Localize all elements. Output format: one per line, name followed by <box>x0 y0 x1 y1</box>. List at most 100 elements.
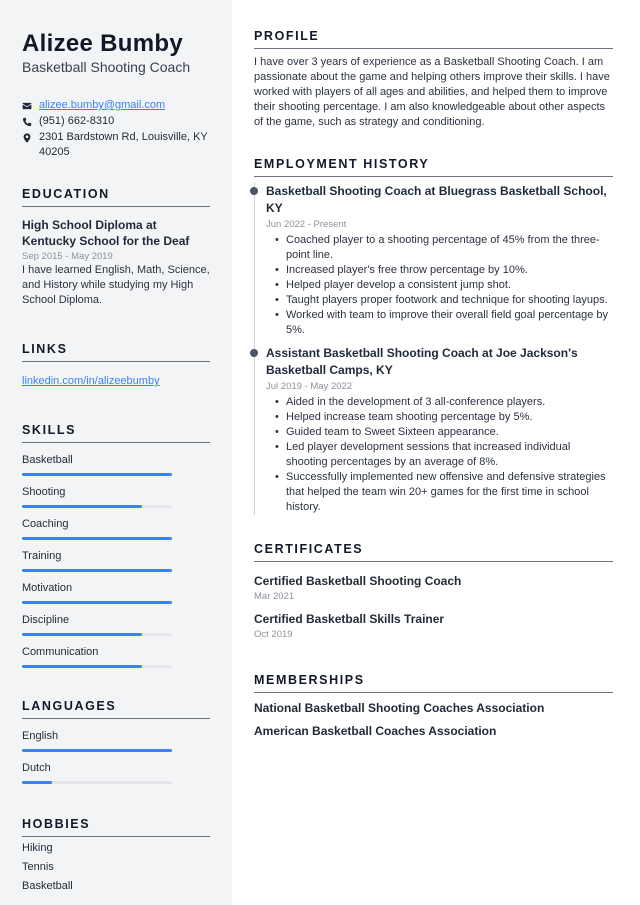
job-bullet: Worked with team to improve their overal… <box>275 308 613 338</box>
language-level-fill <box>22 749 172 752</box>
memberships-heading: MEMBERSHIPS <box>254 672 613 693</box>
contact-email: alizee.bumby@gmail.com <box>22 98 210 113</box>
timeline-dot-icon <box>250 187 258 195</box>
candidate-title: Basketball Shooting Coach <box>22 59 191 75</box>
map-pin-icon <box>22 130 39 145</box>
skill-item: Shooting <box>22 485 210 508</box>
job-bullets: Aided in the development of 3 all-confer… <box>266 395 613 515</box>
skill-level-bar <box>22 601 172 604</box>
memberships-section: MEMBERSHIPS National Basketball Shooting… <box>254 672 613 739</box>
language-level-bar <box>22 781 172 784</box>
job-bullet: Guided team to Sweet Sixteen appearance. <box>275 425 613 440</box>
hobby-item: Basketball <box>22 880 73 892</box>
skill-level-fill <box>22 505 142 508</box>
certificate-title: Certified Basketball Skills Trainer <box>254 612 445 626</box>
job-dates: Jun 2022 - Present <box>266 219 347 230</box>
languages-heading: LANGUAGES <box>22 698 210 719</box>
skill-item: Discipline <box>22 613 210 636</box>
skill-name: Communication <box>22 646 99 658</box>
job-title: Assistant Basketball Shooting Coach at J… <box>266 346 578 377</box>
certificate-date: Mar 2021 <box>254 591 295 602</box>
skill-level-bar <box>22 505 172 508</box>
linkedin-link[interactable]: linkedin.com/in/alizeebumby <box>22 374 210 389</box>
contact-phone: (951) 662-8310 <box>22 114 210 129</box>
education-description: I have learned English, Math, Science, a… <box>22 264 210 306</box>
skill-level-bar <box>22 537 172 540</box>
links-section: LINKS linkedin.com/in/alizeebumby <box>22 341 210 389</box>
skill-item: Training <box>22 549 210 572</box>
skill-item: Basketball <box>22 453 210 476</box>
skill-level-fill <box>22 665 142 668</box>
skill-name: Discipline <box>22 614 70 626</box>
contact-address: 2301 Bardstown Rd, Louisville, KY 40205 <box>22 130 210 160</box>
job-bullet: Helped player develop a consistent jump … <box>275 278 613 293</box>
job-bullets: Coached player to a shooting percentage … <box>266 233 613 338</box>
skill-level-fill <box>22 569 172 572</box>
skill-name: Training <box>22 550 62 562</box>
job-dates: Jul 2019 - May 2022 <box>266 381 353 392</box>
hobbies-heading: HOBBIES <box>22 816 210 837</box>
skills-heading: SKILLS <box>22 422 210 443</box>
links-heading: LINKS <box>22 341 210 362</box>
skill-level-fill <box>22 601 172 604</box>
language-name: Dutch <box>22 762 51 774</box>
timeline-dot-icon <box>250 349 258 357</box>
employment-section: EMPLOYMENT HISTORY Basketball Shooting C… <box>250 156 613 515</box>
languages-section: LANGUAGES English Dutch <box>22 698 210 784</box>
certificate-title: Certified Basketball Shooting Coach <box>254 574 462 588</box>
skill-item: Communication <box>22 645 210 668</box>
language-name: English <box>22 730 59 742</box>
membership-item: American Basketball Coaches Association <box>254 724 497 738</box>
email-link[interactable]: alizee.bumby@gmail.com <box>39 98 165 113</box>
phone-icon <box>22 114 39 129</box>
employment-heading: EMPLOYMENT HISTORY <box>254 156 613 177</box>
skills-section: SKILLS Basketball Shooting Coaching Trainin… <box>22 422 210 668</box>
profile-heading: PROFILE <box>254 28 613 49</box>
job-bullet: Helped increase team shooting percentage… <box>275 410 613 425</box>
education-dates: Sep 2015 - May 2019 <box>22 251 113 262</box>
hobby-item: Hiking <box>22 842 53 854</box>
skill-level-bar <box>22 473 172 476</box>
job-bullet: Aided in the development of 3 all-confer… <box>275 395 613 410</box>
profile-text: I have over 3 years of experience as a B… <box>254 56 610 128</box>
candidate-name: Alizee Bumby <box>22 30 183 57</box>
skill-name: Shooting <box>22 486 66 498</box>
skill-level-bar <box>22 569 172 572</box>
job-bullet: Taught players proper footwork and techn… <box>275 293 613 308</box>
certificates-section: CERTIFICATES Certified Basketball Shooti… <box>254 541 613 641</box>
job-entry: Assistant Basketball Shooting Coach at J… <box>250 345 613 515</box>
skill-level-bar <box>22 665 172 668</box>
skill-item: Coaching <box>22 517 210 540</box>
envelope-icon <box>22 98 39 113</box>
membership-item: National Basketball Shooting Coaches Ass… <box>254 701 545 715</box>
skill-name: Motivation <box>22 582 73 594</box>
main-content: PROFILE I have over 3 years of experienc… <box>232 0 640 905</box>
skill-item: Motivation <box>22 581 210 604</box>
language-item: English <box>22 729 210 752</box>
language-level-bar <box>22 749 172 752</box>
job-entry: Basketball Shooting Coach at Bluegrass B… <box>250 183 613 338</box>
job-bullet: Coached player to a shooting percentage … <box>275 233 613 263</box>
contact-info: alizee.bumby@gmail.com (951) 662-8310 23… <box>22 98 210 160</box>
hobbies-section: HOBBIES Hiking Tennis Basketball <box>22 816 210 894</box>
education-section: EDUCATION High School Diploma at Kentuck… <box>22 186 210 308</box>
employment-timeline: Basketball Shooting Coach at Bluegrass B… <box>250 183 613 515</box>
hobby-item: Tennis <box>22 861 54 873</box>
sidebar: Alizee Bumby Basketball Shooting Coach a… <box>0 0 232 905</box>
skill-level-fill <box>22 633 142 636</box>
skill-level-bar <box>22 633 172 636</box>
profile-section: PROFILE I have over 3 years of experienc… <box>254 28 613 130</box>
skill-name: Coaching <box>22 518 69 530</box>
job-bullet: Successfully implemented new offensive a… <box>275 470 613 515</box>
job-bullet: Increased player's free throw percentage… <box>275 263 613 278</box>
certificates-heading: CERTIFICATES <box>254 541 613 562</box>
education-title: High School Diploma at Kentucky School f… <box>22 218 190 248</box>
language-item: Dutch <box>22 761 210 784</box>
job-bullet: Led player development sessions that inc… <box>275 440 613 470</box>
job-title: Basketball Shooting Coach at Bluegrass B… <box>266 184 607 215</box>
address: 2301 Bardstown Rd, Louisville, KY 40205 <box>39 131 208 158</box>
education-heading: EDUCATION <box>22 186 210 207</box>
skill-name: Basketball <box>22 454 73 466</box>
language-level-fill <box>22 781 52 784</box>
skill-level-fill <box>22 473 172 476</box>
